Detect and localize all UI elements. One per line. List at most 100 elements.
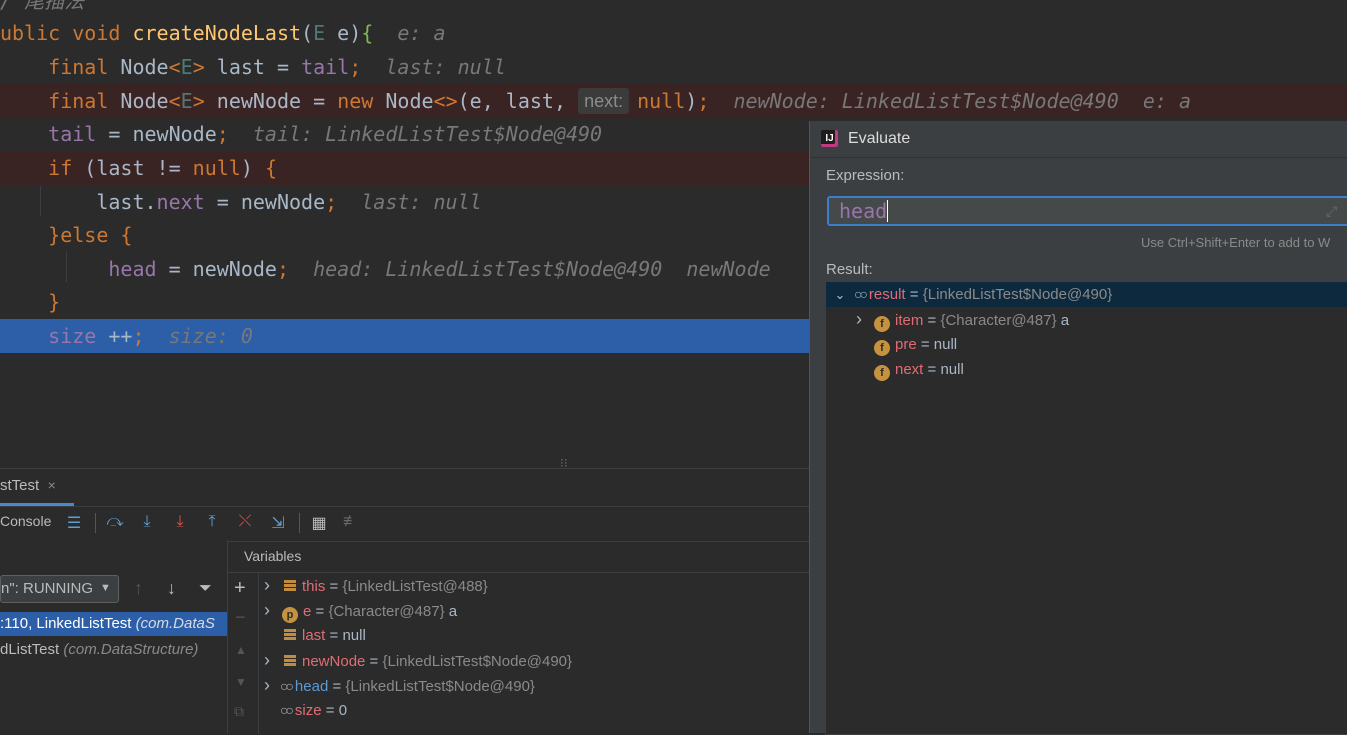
frame-package: (com.DataS	[131, 615, 215, 632]
splitter-handle[interactable]: ⁝⁝	[560, 456, 568, 468]
code-token: ;	[216, 122, 229, 146]
variable-name: this	[302, 578, 326, 595]
variables-side-toolbar: + − ▲ ▼ ⧉	[228, 573, 259, 734]
code-token: = newNode	[204, 190, 326, 214]
current-execution-line[interactable]: size ++; size: 0	[0, 319, 809, 353]
trace-icon[interactable]: ≢	[340, 513, 362, 531]
run-to-cursor-icon[interactable]: ⇲	[267, 513, 289, 533]
variable-row[interactable]: › newNode = {LinkedListTest$Node@490}	[264, 648, 572, 673]
evaluate-expression-icon[interactable]: ▦	[308, 513, 330, 533]
code-token: Node	[120, 89, 169, 113]
code-token: null	[192, 156, 241, 180]
code-token: createNodeLast	[132, 21, 302, 45]
field-eq: = null	[923, 361, 964, 378]
code-line[interactable]: ublic void createNodeLast(E e){ e: a	[0, 16, 1347, 50]
expression-input[interactable]: head	[827, 196, 1347, 226]
code-token: {	[361, 21, 374, 45]
remove-watch-icon[interactable]: −	[235, 607, 246, 628]
variable-row[interactable]: › p e = {Character@487} a	[264, 598, 457, 623]
variable-value: {LinkedListTest$Node@490}	[345, 678, 535, 695]
expand-icon[interactable]: ⤢	[1326, 203, 1337, 220]
result-tree[interactable]: ⌄ ○○ result = {LinkedListTest$Node@490} › f…	[825, 281, 1347, 735]
code-token: (e, last,	[457, 89, 579, 113]
code-token: e)	[325, 21, 362, 45]
code-token: <	[168, 55, 181, 79]
result-eq: =	[905, 286, 923, 303]
step-out-icon[interactable]: ⤒	[201, 513, 223, 531]
close-icon[interactable]: ×	[48, 477, 56, 493]
variable-tail: a	[444, 603, 458, 620]
field-tail: a	[1056, 312, 1070, 329]
code-line[interactable]: final Node<E> last = tail; last: null	[0, 50, 1347, 84]
chevron-right-icon[interactable]: ›	[856, 307, 872, 332]
variable-value: {LinkedListTest@488}	[342, 578, 488, 595]
divider	[299, 513, 300, 533]
thread-select-value: n": RUNNING	[1, 580, 93, 597]
show-execution-point-icon[interactable]: ☰	[63, 513, 85, 533]
step-over-icon[interactable]: ⤼	[104, 513, 126, 531]
field-name: pre	[895, 336, 917, 353]
variable-name: size	[294, 702, 322, 719]
watch-glasses-icon: ○○	[280, 678, 294, 694]
dialog-title-bar[interactable]: IJ Evaluate	[810, 121, 1347, 158]
force-step-into-icon[interactable]: ⤓	[169, 513, 191, 531]
evaluate-dialog: IJ Evaluate Expression: head ⤢ Use Ctrl+…	[809, 121, 1347, 735]
variable-eq: =	[328, 678, 346, 695]
variable-eq: = null	[325, 627, 366, 644]
drop-frame-icon[interactable]: ⤬	[234, 513, 256, 531]
result-root-row[interactable]: ⌄ ○○ result = {LinkedListTest$Node@490}	[826, 282, 1347, 307]
chevron-right-icon[interactable]: ›	[264, 573, 280, 598]
result-label: Result:	[826, 261, 873, 278]
code-line[interactable]: final Node<E> newNode = new Node<>(e, la…	[0, 84, 1347, 118]
variable-row[interactable]: › ○○ head = {LinkedListTest$Node@490}	[264, 673, 535, 698]
indent-guide	[40, 186, 41, 216]
variable-value: {Character@487}	[328, 603, 445, 620]
frame-method: dListTest	[0, 641, 60, 658]
move-up-icon[interactable]: ▲	[235, 643, 247, 657]
variable-eq: =	[311, 603, 329, 620]
code-token: newNode =	[216, 89, 338, 113]
field-eq: = null	[916, 336, 958, 353]
field-list-icon	[284, 580, 296, 592]
variable-row[interactable]: last = null	[264, 623, 366, 648]
chevron-right-icon[interactable]: ›	[264, 598, 280, 623]
filter-icon[interactable]: ⏷	[199, 580, 212, 598]
debug-tab-label: stTest	[0, 477, 40, 494]
result-child-row[interactable]: f next = null	[856, 357, 964, 382]
code-token: Node	[120, 55, 169, 79]
code-token: <>	[433, 89, 458, 113]
frame-item-selected[interactable]: :110, LinkedListTest (com.DataS	[0, 612, 227, 636]
duplicate-watch-icon[interactable]: ⧉	[234, 703, 244, 720]
code-token: ++	[108, 324, 133, 348]
thread-select[interactable]: n": RUNNING ▼	[0, 575, 119, 603]
add-to-watches-hint: Use Ctrl+Shift+Enter to add to W	[1141, 235, 1331, 250]
code-token: ;	[276, 257, 290, 281]
code-token: E	[180, 89, 193, 113]
result-child-row[interactable]: › f item = {Character@487} a	[856, 307, 1069, 332]
arrow-down-icon[interactable]: ↓	[167, 578, 176, 599]
variable-row[interactable]: › this = {LinkedListTest@488}	[264, 573, 488, 598]
console-tab[interactable]: Console	[0, 513, 51, 529]
code-token: (last !=	[84, 156, 193, 180]
code-token: size	[0, 324, 109, 348]
variable-row[interactable]: ○○ size = 0	[264, 698, 347, 723]
arrow-up-icon[interactable]: ↑	[134, 578, 143, 599]
inline-debug-value: newNode: LinkedListTest$Node@490 e: a	[709, 89, 1191, 113]
step-into-icon[interactable]: ⤓	[136, 513, 158, 531]
inline-debug-value: last: null	[337, 190, 482, 214]
variables-tree[interactable]: › this = {LinkedListTest@488} › p e = {Chara…	[264, 573, 809, 734]
frames-panel: n": RUNNING ▼ ↑ ↓ ⏷ :110, LinkedListTest…	[0, 540, 228, 733]
chevron-right-icon[interactable]: ›	[264, 673, 280, 698]
debug-tab[interactable]: stTest ×	[0, 477, 74, 506]
frame-item[interactable]: dListTest (com.DataStructure)	[0, 638, 227, 662]
variable-eq: =	[365, 653, 383, 670]
add-watch-icon[interactable]: +	[234, 577, 246, 600]
variable-name: head	[294, 678, 329, 695]
field-eq: =	[923, 312, 941, 329]
inline-debug-value: size: 0	[144, 324, 253, 348]
move-down-icon[interactable]: ▼	[235, 675, 247, 689]
chevron-right-icon[interactable]: ›	[264, 648, 280, 673]
result-child-row[interactable]: f pre = null	[856, 332, 957, 357]
code-token: }else {	[0, 223, 133, 247]
chevron-down-icon[interactable]: ⌄	[826, 282, 854, 307]
